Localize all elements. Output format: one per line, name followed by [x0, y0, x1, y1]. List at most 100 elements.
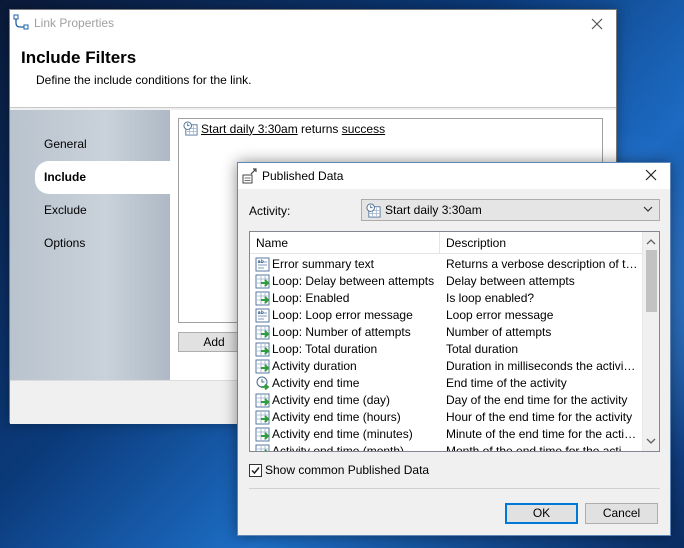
activity-icon: [366, 202, 381, 218]
sidebar-item-include[interactable]: Include: [35, 161, 172, 194]
item-name: Activity end time (minutes): [272, 427, 413, 441]
item-description: Number of attempts: [446, 325, 552, 339]
item-name-cell: Loop: Delay between attempts: [255, 273, 440, 290]
link-properties-titlebar: Link Properties: [10, 10, 616, 40]
item-name: Activity end time (hours): [272, 410, 401, 424]
svg-text:ab: ab: [258, 259, 264, 265]
number-data-icon: [255, 427, 270, 442]
filter-condition[interactable]: Start daily 3:30am returns success: [183, 121, 385, 136]
number-data-icon: [255, 410, 270, 425]
sidebar: General Include Exclude Options: [10, 110, 172, 380]
column-header-description[interactable]: Description: [440, 232, 642, 254]
item-description: End time of the activity: [446, 376, 567, 390]
item-name-cell: Loop: Enabled: [255, 290, 440, 307]
scroll-up-icon[interactable]: [645, 236, 657, 248]
list-item[interactable]: ab Error summary text Returns a verbose de…: [250, 256, 642, 273]
item-name-cell: Activity end time (hours): [255, 409, 440, 426]
column-header-name[interactable]: Name: [250, 232, 440, 254]
item-name: Loop: Number of attempts: [272, 325, 411, 339]
scroll-thumb[interactable]: [646, 250, 657, 312]
item-name: Loop: Delay between attempts: [272, 274, 435, 288]
item-name: Activity duration: [272, 359, 357, 373]
item-name: Error summary text: [272, 257, 375, 271]
scroll-down-icon[interactable]: [645, 435, 657, 447]
chevron-down-icon: [643, 206, 653, 212]
sidebar-item-general[interactable]: General: [10, 128, 170, 161]
dialog-close-button[interactable]: [638, 164, 664, 186]
item-name-cell: Activity end time (minutes): [255, 426, 440, 443]
dialog-titlebar: Published Data: [238, 163, 670, 189]
item-name-cell: Activity end time (day): [255, 392, 440, 409]
list-header: Name Description: [250, 232, 642, 254]
item-name: Activity end time: [272, 376, 360, 390]
list-item[interactable]: Activity duration Duration in millisecond…: [250, 358, 642, 375]
window-title: Link Properties: [34, 16, 115, 30]
list-item[interactable]: Loop: Delay between attempts Delay betwee…: [250, 273, 642, 290]
number-data-icon: [255, 444, 270, 451]
close-icon: [591, 18, 603, 30]
published-data-list[interactable]: Name Description ab Error summary text Ret…: [249, 231, 660, 452]
number-data-icon: [255, 342, 270, 357]
sidebar-item-options[interactable]: Options: [10, 227, 170, 260]
item-description: Minute of the end time for the activity: [446, 427, 638, 441]
item-description: Hour of the end time for the activity: [446, 410, 633, 424]
item-name: Activity end time (month): [272, 444, 405, 452]
close-button[interactable]: [584, 13, 610, 35]
text-data-icon: ab: [255, 308, 270, 323]
item-name-cell: Loop: Total duration: [255, 341, 440, 358]
list-item[interactable]: Activity end time End time of the activit…: [250, 375, 642, 392]
activity-dropdown[interactable]: Start daily 3:30am: [361, 199, 660, 221]
list-item[interactable]: Activity end time (month) Month of the en…: [250, 443, 642, 452]
item-description: Month of the end time for the activity: [446, 444, 638, 452]
list-item[interactable]: Loop: Number of attempts Number of attemp…: [250, 324, 642, 341]
vertical-scrollbar[interactable]: [642, 232, 659, 451]
number-data-icon: [255, 274, 270, 289]
number-data-icon: [255, 393, 270, 408]
number-data-icon: [255, 325, 270, 340]
text-data-icon: ab: [255, 257, 270, 272]
list-body: ab Error summary text Returns a verbose de…: [250, 256, 642, 452]
item-name-cell: Loop: Number of attempts: [255, 324, 440, 341]
list-item[interactable]: Activity end time (hours) Hour of the end…: [250, 409, 642, 426]
item-description: Delay between attempts: [446, 274, 575, 288]
item-name: Loop: Total duration: [272, 342, 378, 356]
item-name-cell: ab Error summary text: [255, 256, 440, 273]
page-header: Include Filters Define the include condi…: [10, 40, 616, 108]
number-data-icon: [255, 291, 270, 306]
published-data-icon: [242, 168, 257, 184]
filter-state-link[interactable]: success: [342, 122, 385, 136]
published-data-dialog: Published Data Activity: Start daily 3:3…: [237, 162, 671, 536]
activity-label: Activity:: [249, 204, 291, 218]
item-name: Activity end time (day): [272, 393, 391, 407]
link-icon: [13, 14, 29, 30]
dialog-title: Published Data: [262, 169, 344, 183]
activity-value: Start daily 3:30am: [385, 203, 482, 217]
list-item[interactable]: Activity end time (minutes) Minute of the…: [250, 426, 642, 443]
item-description: Is loop enabled?: [446, 291, 535, 305]
item-name-cell: Activity end time (month): [255, 443, 440, 452]
show-common-checkbox[interactable]: Show common Published Data: [249, 463, 429, 477]
item-description: Total duration: [446, 342, 519, 356]
close-icon: [645, 169, 657, 181]
item-name-cell: Activity duration: [255, 358, 440, 375]
filter-activity-link[interactable]: Start daily 3:30am: [201, 122, 298, 136]
number-data-icon: [255, 359, 270, 374]
ok-button[interactable]: OK: [505, 503, 578, 524]
item-description: Duration in milliseconds the activity t.…: [446, 359, 638, 373]
list-item[interactable]: Loop: Enabled Is loop enabled?: [250, 290, 642, 307]
list-item[interactable]: Loop: Total duration Total duration: [250, 341, 642, 358]
checkbox-box[interactable]: [249, 463, 262, 477]
cancel-button[interactable]: Cancel: [585, 503, 658, 524]
sidebar-item-exclude[interactable]: Exclude: [10, 194, 170, 227]
checkmark-icon: [251, 466, 260, 474]
item-name: Loop: Enabled: [272, 291, 350, 305]
list-item[interactable]: Activity end time (day) Day of the end ti…: [250, 392, 642, 409]
list-item[interactable]: ab Loop: Loop error message Loop error mes…: [250, 307, 642, 324]
item-name-cell: ab Loop: Loop error message: [255, 307, 440, 324]
item-description: Day of the end time for the activity: [446, 393, 628, 407]
activity-icon: [183, 121, 198, 136]
show-common-label: Show common Published Data: [265, 463, 430, 477]
item-description: Returns a verbose description of the...: [446, 257, 638, 271]
page-title: Include Filters: [21, 48, 137, 67]
filter-verb: returns: [297, 121, 342, 136]
